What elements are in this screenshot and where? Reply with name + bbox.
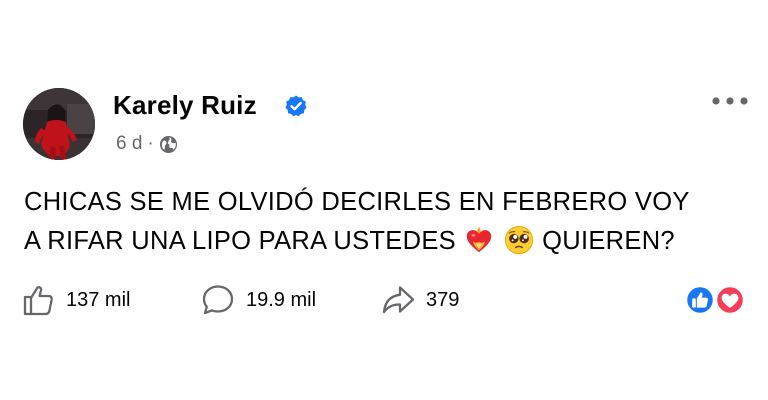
post-meta: 6 d ·	[116, 133, 178, 155]
post-text-line-1: CHICAS SE ME OLVIDÓ DECIRLES EN FEBRERO …	[24, 188, 690, 216]
more-options-icon[interactable]	[710, 93, 750, 109]
heart-on-fire-emoji	[467, 226, 492, 253]
share-icon	[382, 286, 415, 314]
author-name[interactable]: Karely Ruiz	[113, 90, 257, 120]
post-card: Karely Ruiz 6 d · CHICAS SE ME OLVIDÓ DE…	[0, 0, 768, 400]
globe-icon[interactable]	[159, 135, 178, 154]
post-text-line-2-end: QUIEREN?	[542, 227, 675, 255]
like-button[interactable]: 137 mil	[20, 280, 130, 320]
share-count: 379	[426, 288, 460, 311]
comment-icon	[202, 285, 234, 315]
comment-count: 19.9 mil	[246, 288, 317, 311]
pleading-face-emoji	[504, 225, 533, 255]
post-text: CHICAS SE ME OLVIDÓ DECIRLES EN FEBRERO …	[24, 183, 744, 261]
reactions-summary[interactable]	[683, 284, 747, 316]
post-timestamp[interactable]: 6 d	[116, 133, 142, 155]
post-text-line-2-start: A RIFAR UNA LIPO PARA USTEDES	[24, 227, 456, 255]
avatar-photo	[23, 88, 95, 160]
share-button[interactable]: 379	[380, 280, 459, 320]
post-text-line-2: A RIFAR UNA LIPO PARA USTEDES QUIEREN?	[24, 222, 744, 261]
author-avatar[interactable]	[23, 88, 95, 160]
meta-separator: ·	[147, 133, 154, 154]
like-icon	[23, 286, 53, 316]
verified-badge-icon	[285, 95, 307, 117]
like-count: 137 mil	[66, 288, 131, 311]
love-reaction-icon	[714, 284, 746, 316]
action-bar: 137 mil 19.9 mil 379	[20, 280, 750, 320]
comment-button[interactable]: 19.9 mil	[200, 280, 316, 320]
like-reaction-icon	[684, 284, 716, 316]
